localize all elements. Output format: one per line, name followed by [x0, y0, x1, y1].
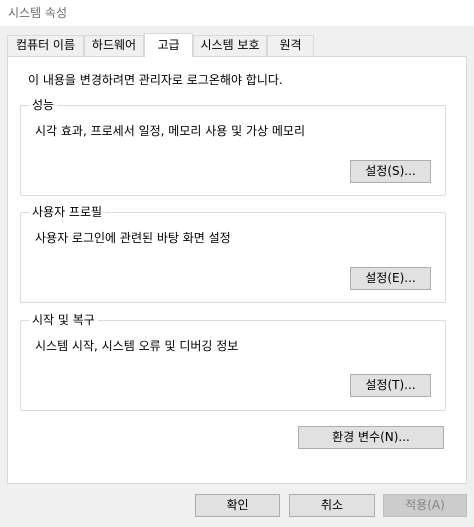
user-profile-description: 사용자 로그인에 관련된 바탕 화면 설정 [35, 231, 231, 245]
performance-group-title: 성능 [29, 98, 58, 112]
user-profile-group: 사용자 프로필 사용자 로그인에 관련된 바탕 화면 설정 설정(E)... [20, 205, 446, 303]
tab-advanced[interactable]: 고급 [144, 33, 193, 57]
title-bar: 시스템 속성 [0, 0, 474, 26]
window-title: 시스템 속성 [8, 6, 68, 20]
cancel-button[interactable]: 취소 [289, 494, 375, 517]
startup-recovery-description: 시스템 시작, 시스템 오류 및 디버깅 정보 [35, 339, 239, 353]
performance-description: 시각 효과, 프로세서 일정, 메모리 사용 및 가상 메모리 [35, 124, 305, 138]
tab-system-protection[interactable]: 시스템 보호 [193, 35, 267, 56]
tab-computer-name[interactable]: 컴퓨터 이름 [7, 35, 84, 56]
tab-strip: 컴퓨터 이름 하드웨어 고급 시스템 보호 원격 [0, 33, 474, 57]
user-profile-settings-button[interactable]: 설정(E)... [350, 267, 431, 290]
performance-settings-button[interactable]: 설정(S)... [350, 160, 431, 183]
advanced-tab-panel: 이 내용을 변경하려면 관리자로 로그온해야 합니다. 성능 시각 효과, 프로… [7, 56, 467, 484]
apply-button[interactable]: 적용(A) [383, 494, 467, 517]
startup-recovery-group-title: 시작 및 복구 [29, 313, 98, 327]
tab-hardware[interactable]: 하드웨어 [84, 35, 144, 56]
performance-group: 성능 시각 효과, 프로세서 일정, 메모리 사용 및 가상 메모리 설정(S)… [20, 98, 446, 196]
user-profile-group-title: 사용자 프로필 [29, 205, 106, 219]
tab-remote[interactable]: 원격 [267, 35, 314, 56]
startup-recovery-group: 시작 및 복구 시스템 시작, 시스템 오류 및 디버깅 정보 설정(T)... [20, 313, 446, 411]
ok-button[interactable]: 확인 [195, 494, 280, 517]
environment-variables-button[interactable]: 환경 변수(N)... [298, 426, 444, 449]
startup-recovery-settings-button[interactable]: 설정(T)... [350, 374, 431, 397]
admin-notice: 이 내용을 변경하려면 관리자로 로그온해야 합니다. [28, 73, 283, 87]
